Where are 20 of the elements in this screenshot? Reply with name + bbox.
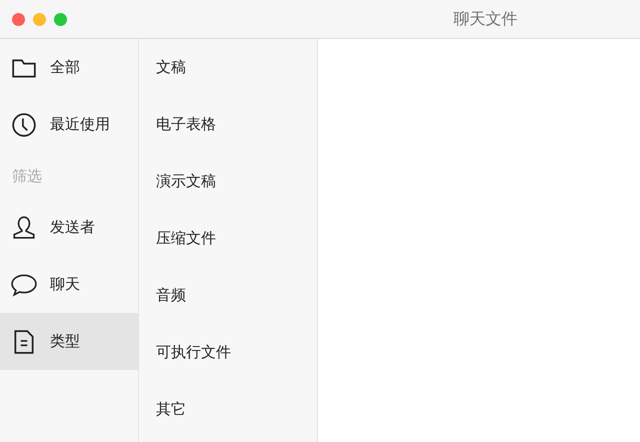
sidebar-item[interactable]: 类型: [0, 313, 138, 370]
file-type-item[interactable]: 电子表格: [139, 96, 317, 153]
minimize-button[interactable]: [33, 12, 46, 26]
file-type-item[interactable]: 演示文稿: [139, 153, 317, 210]
close-button[interactable]: [12, 12, 25, 26]
file-type-item[interactable]: 文稿: [139, 39, 317, 96]
file-type-item[interactable]: 音频: [139, 267, 317, 324]
window-title: 聊天文件: [454, 8, 518, 30]
file-type-item[interactable]: 其它: [139, 381, 317, 438]
clock-icon: [11, 112, 37, 138]
sidebar-item[interactable]: 发送者: [0, 199, 138, 256]
zoom-button[interactable]: [54, 12, 67, 26]
sidebar-item[interactable]: 最近使用: [0, 96, 138, 153]
file-type-item[interactable]: 可执行文件: [139, 324, 317, 381]
file-type-item[interactable]: 压缩文件: [139, 210, 317, 267]
section-label: 筛选: [12, 166, 42, 186]
sidebar-item[interactable]: 全部: [0, 39, 138, 96]
sidebar-item[interactable]: 聊天: [0, 256, 138, 313]
chat-bubble-icon: [11, 272, 37, 298]
person-icon: [11, 214, 37, 240]
